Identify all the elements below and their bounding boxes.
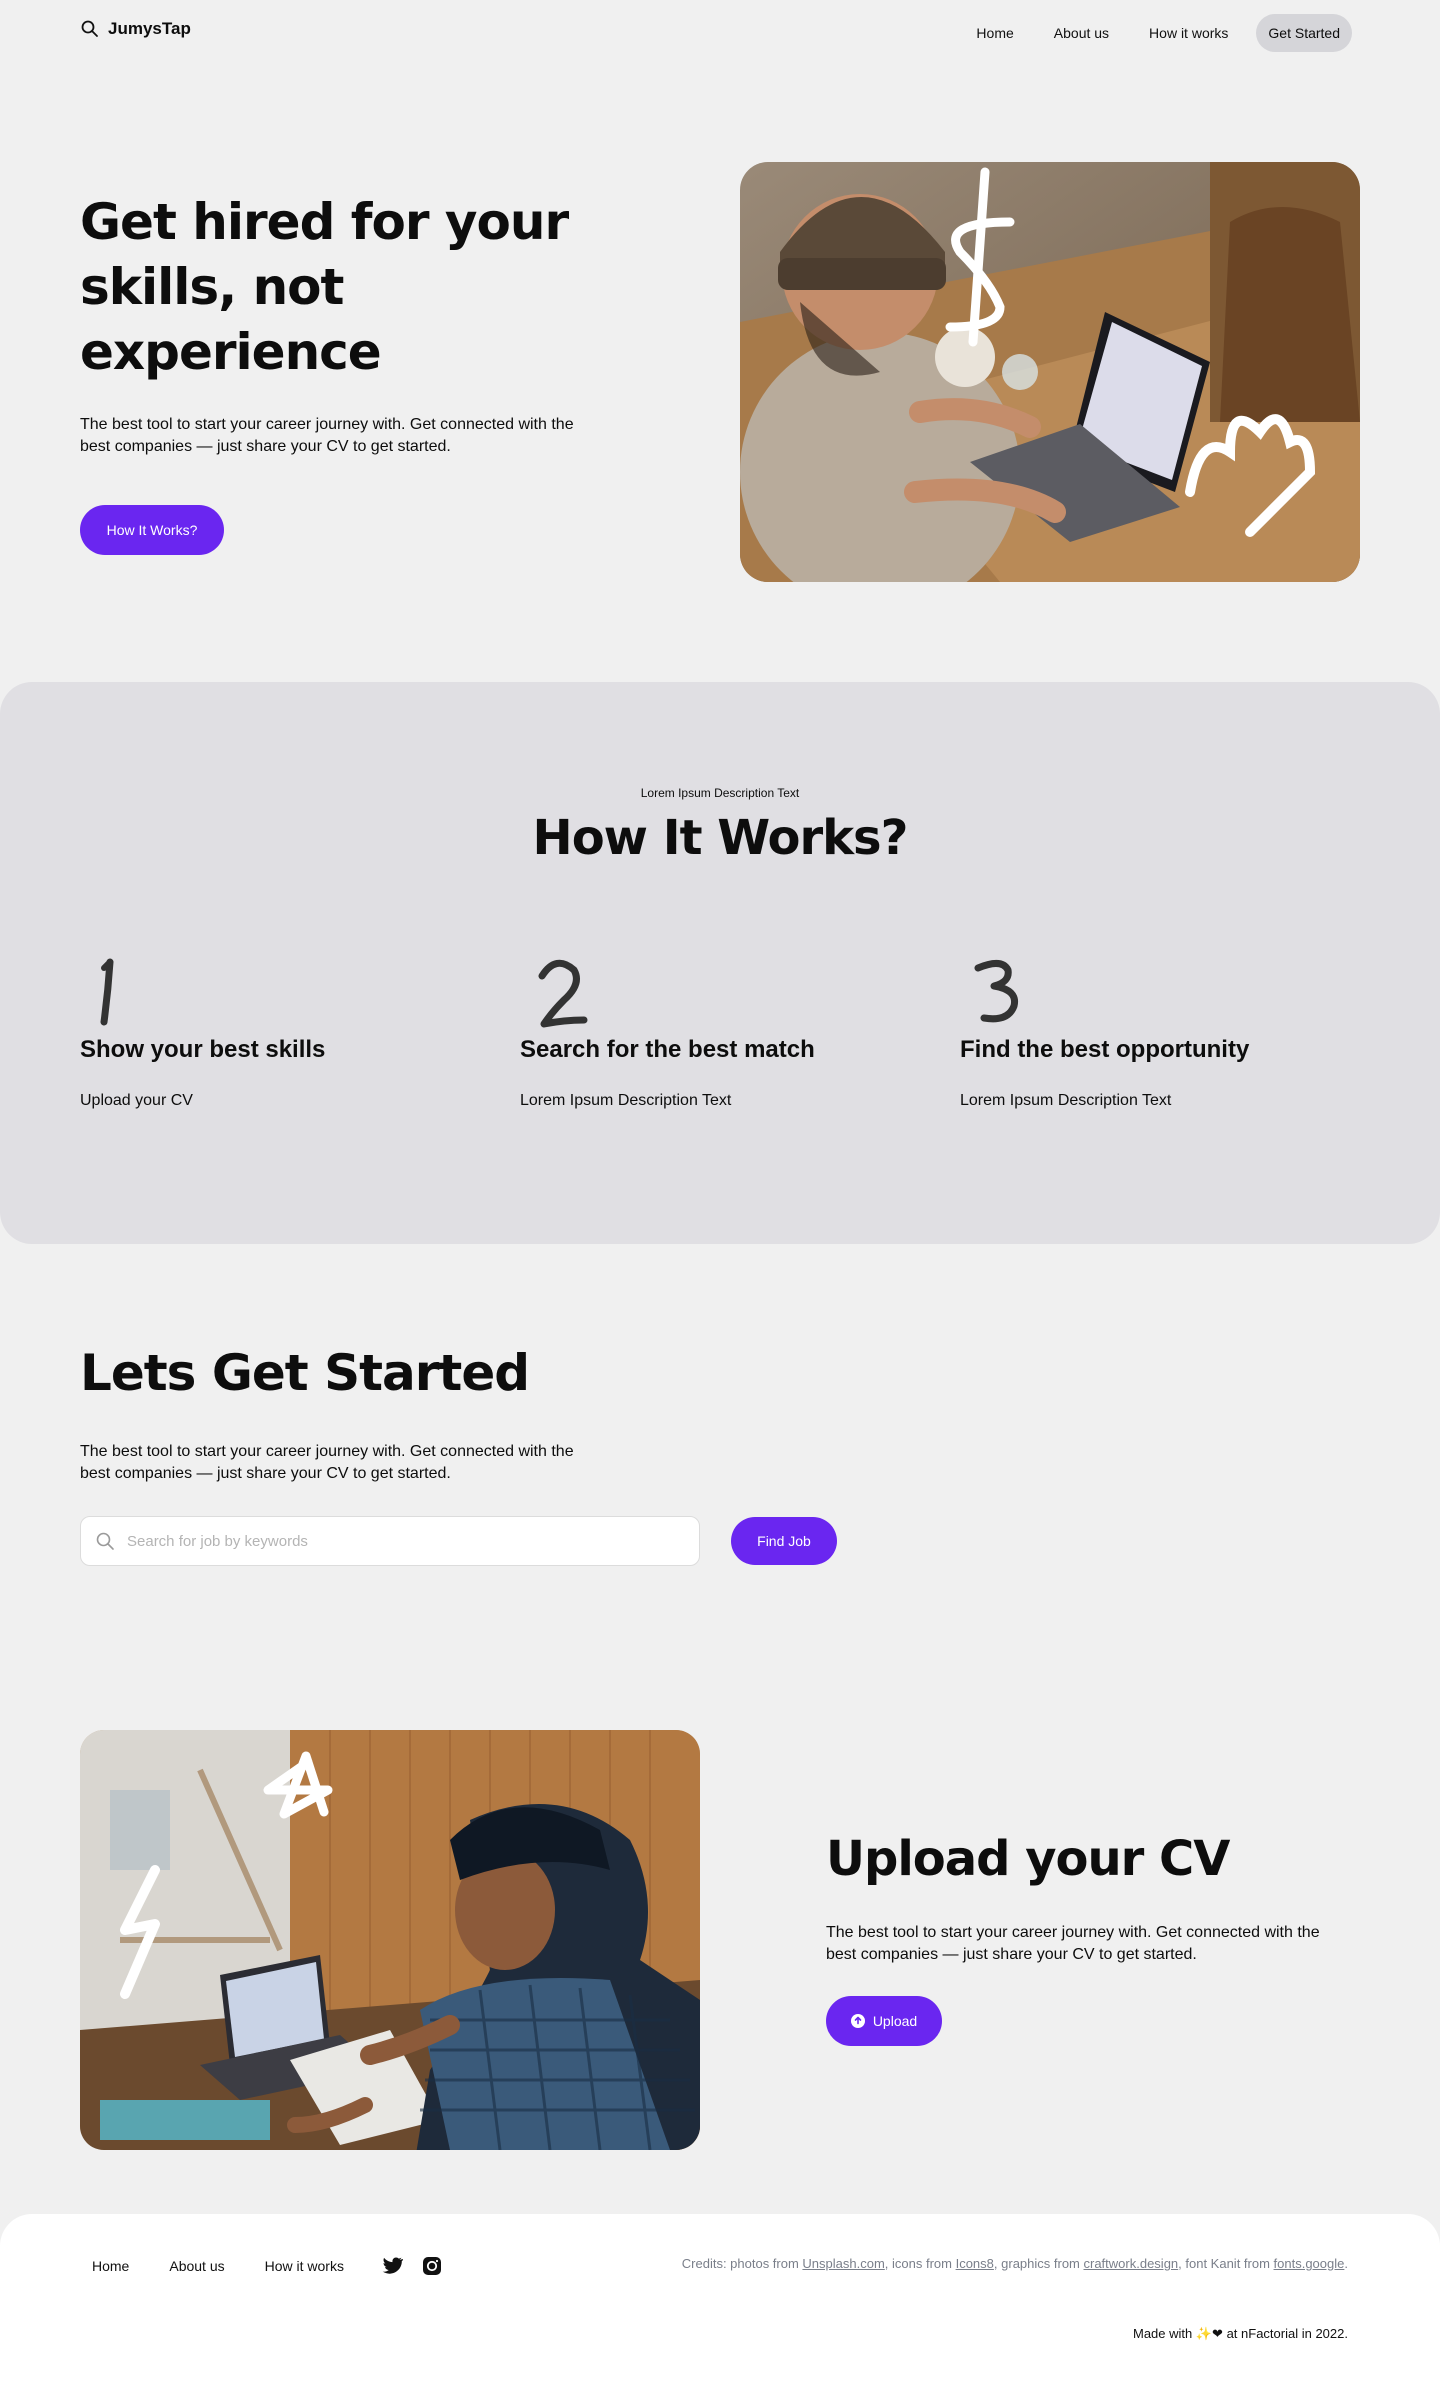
icons8-link[interactable]: Icons8 bbox=[956, 2256, 994, 2271]
how-it-works-section: Lorem Ipsum Description Text How It Work… bbox=[0, 682, 1440, 1244]
credits-suffix: . bbox=[1344, 2256, 1348, 2271]
handwritten-number-1-icon bbox=[100, 958, 114, 1026]
nav-about-link[interactable]: About us bbox=[1034, 14, 1129, 52]
google-fonts-link[interactable]: fonts.google bbox=[1274, 2256, 1345, 2271]
instagram-icon[interactable] bbox=[420, 2254, 444, 2278]
upload-button[interactable]: Upload bbox=[826, 1996, 942, 2046]
sparkle-heart-icon: ✨❤ bbox=[1195, 2326, 1223, 2341]
step-title: Find the best opportunity bbox=[960, 1036, 1250, 1063]
credits-sep: , graphics from bbox=[993, 2256, 1084, 2271]
how-it-works-eyebrow: Lorem Ipsum Description Text bbox=[640, 786, 800, 800]
magnifier-logo-icon bbox=[81, 20, 98, 37]
made-with-suffix: at nFactorial in 2022. bbox=[1222, 2326, 1348, 2341]
footer-home-link[interactable]: Home bbox=[72, 2258, 149, 2274]
brand-name: JumysTap bbox=[108, 19, 191, 38]
credits-sep: , font Kanit from bbox=[1178, 2256, 1274, 2271]
get-started-description: The best tool to start your career journ… bbox=[80, 1443, 574, 1482]
handwritten-number-2-icon bbox=[538, 959, 588, 1028]
step-description: Upload your CV bbox=[80, 1092, 193, 1109]
upload-button-label: Upload bbox=[872, 2013, 918, 2029]
credits-text: Credits: photos from Unsplash.com, icons… bbox=[682, 2256, 1348, 2271]
how-it-works-button[interactable]: How It Works? bbox=[80, 505, 224, 555]
step-description: Lorem Ipsum Description Text bbox=[520, 1092, 732, 1109]
nav-links: Home About us How it works Get Started bbox=[956, 14, 1352, 52]
nav-how-it-works-link[interactable]: How it works bbox=[1129, 14, 1248, 52]
nav-get-started-button[interactable]: Get Started bbox=[1256, 14, 1352, 52]
upload-cv-title: Upload your CV bbox=[826, 1831, 1230, 1887]
footer: Home About us How it works Credits: phot… bbox=[0, 2214, 1440, 2386]
made-with-text: Made with ✨❤ at nFactorial in 2022. bbox=[1133, 2326, 1348, 2342]
job-search-box bbox=[80, 1516, 700, 1566]
hero-description: The best tool to start your career journ… bbox=[80, 416, 574, 455]
upload-icon bbox=[850, 2014, 865, 2028]
search-icon bbox=[96, 1532, 114, 1550]
made-with-prefix: Made with bbox=[1133, 2326, 1196, 2341]
craftwork-link[interactable]: craftwork.design bbox=[1084, 2256, 1179, 2271]
upload-cv-photo bbox=[80, 1730, 700, 2150]
upload-cv-description: The best tool to start your career journ… bbox=[826, 1924, 1320, 1963]
top-nav: JumysTap Home About us How it works Get … bbox=[80, 14, 1352, 52]
step-title: Search for the best match bbox=[520, 1036, 815, 1063]
credits-prefix: Credits: photos from bbox=[681, 2256, 803, 2271]
job-search-input[interactable] bbox=[127, 1532, 667, 1550]
unsplash-link[interactable]: Unsplash.com bbox=[802, 2256, 884, 2271]
hero-title: Get hired for your skills, not experienc… bbox=[80, 193, 569, 381]
step-title: Show your best skills bbox=[80, 1036, 326, 1063]
how-it-works-title: How It Works? bbox=[532, 810, 909, 866]
footer-about-link[interactable]: About us bbox=[149, 2258, 244, 2274]
brand-logo[interactable]: JumysTap bbox=[80, 19, 191, 39]
footer-how-it-works-link[interactable]: How it works bbox=[245, 2258, 364, 2274]
nav-home-link[interactable]: Home bbox=[956, 14, 1033, 52]
footer-links: Home About us How it works bbox=[72, 2254, 444, 2278]
twitter-icon[interactable] bbox=[380, 2254, 404, 2278]
credits-sep: , icons from bbox=[884, 2256, 956, 2271]
step-description: Lorem Ipsum Description Text bbox=[960, 1092, 1172, 1109]
hero-photo bbox=[740, 162, 1360, 582]
handwritten-number-3-icon bbox=[974, 960, 1019, 1023]
find-job-button[interactable]: Find Job bbox=[731, 1517, 837, 1565]
get-started-title: Lets Get Started bbox=[80, 1344, 530, 1402]
